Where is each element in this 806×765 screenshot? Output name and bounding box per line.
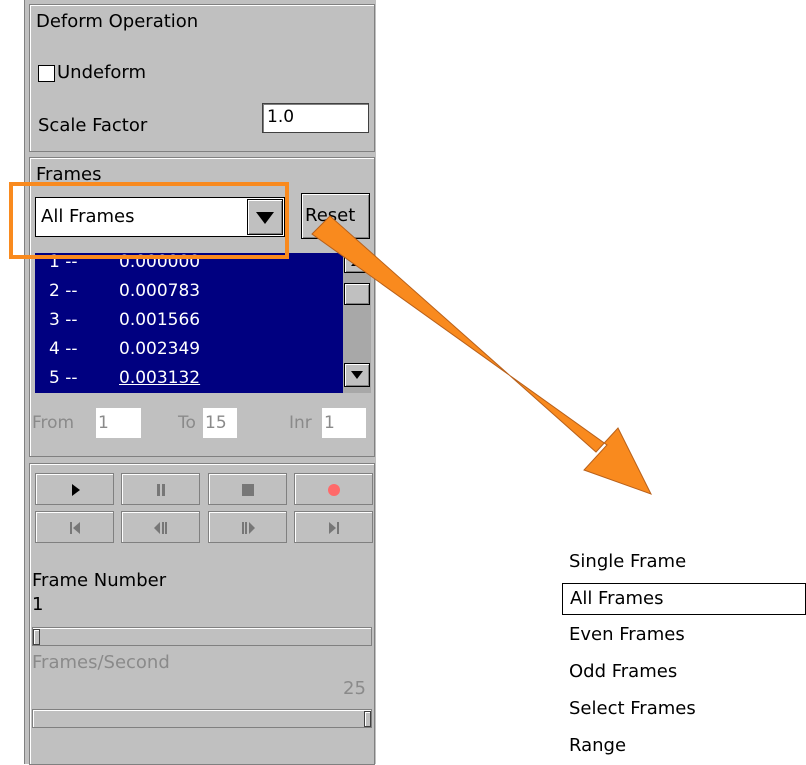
- frame-slider-thumb[interactable]: [33, 629, 40, 645]
- to-label: To: [178, 413, 196, 433]
- scroll-thumb[interactable]: [344, 283, 370, 305]
- undeform-checkbox[interactable]: [38, 65, 55, 82]
- from-label: From: [32, 413, 75, 433]
- first-frame-icon: [70, 522, 80, 534]
- frame-time: 0.000783: [119, 281, 201, 301]
- frames-mode-options: Single Frame All Frames Even Frames Odd …: [562, 545, 806, 764]
- frame-number-value: 1: [32, 594, 44, 615]
- frame-time: 0.003132: [119, 368, 201, 388]
- dropdown-arrow-button[interactable]: [247, 199, 283, 235]
- fps-slider-thumb[interactable]: [364, 711, 371, 727]
- step-back-button[interactable]: [121, 511, 200, 543]
- list-item[interactable]: 3 -- 0.001566: [35, 307, 355, 336]
- deform-section: Deform Operation Undeform Scale Factor 1…: [29, 4, 375, 152]
- list-item[interactable]: 4 -- 0.002349: [35, 336, 355, 365]
- last-frame-button[interactable]: [294, 511, 373, 543]
- frames-list[interactable]: 1 -- 0.000000 2 -- 0.000783 3 -- 0.00156…: [35, 253, 371, 393]
- scroll-down-icon: [351, 371, 363, 379]
- frame-index: 1 --: [49, 253, 78, 272]
- play-button[interactable]: [35, 473, 114, 505]
- option-odd-frames[interactable]: Odd Frames: [562, 655, 806, 691]
- option-all-frames[interactable]: All Frames: [562, 583, 806, 615]
- chevron-down-icon: [256, 212, 274, 224]
- option-range[interactable]: Range: [562, 729, 806, 765]
- option-single-frame[interactable]: Single Frame: [562, 545, 806, 581]
- frame-time: 0.001566: [119, 310, 201, 330]
- option-even-frames[interactable]: Even Frames: [562, 618, 806, 654]
- frames-section: Frames All Frames Reset 1 -- 0.000000 2 …: [29, 157, 375, 457]
- step-forward-button[interactable]: [208, 511, 287, 543]
- frame-index: 2 --: [49, 281, 78, 301]
- frame-number-label: Frame Number: [32, 570, 167, 591]
- frame-time: 0.000000: [119, 253, 201, 272]
- reset-label: Reset: [305, 205, 356, 226]
- control-panel: Deform Operation Undeform Scale Factor 1…: [24, 0, 376, 765]
- from-input[interactable]: 1: [96, 408, 141, 438]
- frame-slider[interactable]: [32, 627, 372, 646]
- scroll-up-button[interactable]: [344, 253, 370, 273]
- undeform-label: Undeform: [57, 62, 147, 83]
- record-icon: [328, 484, 340, 496]
- pause-button[interactable]: [121, 473, 200, 505]
- frame-time: 0.002349: [119, 339, 201, 359]
- scroll-down-button[interactable]: [344, 363, 370, 387]
- frames-mode-select[interactable]: All Frames: [35, 197, 285, 237]
- stop-icon: [242, 484, 254, 496]
- fps-label: Frames/Second: [32, 652, 170, 673]
- playback-section: Frame Number 1 Frames/Second 25: [29, 463, 375, 765]
- frames-section-title: Frames: [36, 164, 102, 185]
- first-frame-button[interactable]: [35, 511, 114, 543]
- frames-list-scrollbar[interactable]: [343, 253, 371, 393]
- frames-mode-value: All Frames: [41, 206, 135, 227]
- option-select-frames[interactable]: Select Frames: [562, 692, 806, 728]
- list-item[interactable]: 5 -- 0.003132: [35, 365, 355, 393]
- step-forward-icon: [242, 522, 255, 534]
- frame-index: 4 --: [49, 339, 78, 359]
- scroll-up-icon: [351, 259, 363, 266]
- reset-button[interactable]: Reset: [301, 193, 370, 239]
- record-button[interactable]: [294, 473, 373, 505]
- pause-icon: [157, 484, 165, 496]
- frame-index: 3 --: [49, 310, 78, 330]
- play-icon: [72, 484, 80, 496]
- inr-input[interactable]: 1: [322, 408, 366, 438]
- step-back-icon: [154, 522, 167, 534]
- fps-value: 25: [343, 678, 366, 699]
- fps-slider[interactable]: [32, 709, 372, 728]
- deform-section-title: Deform Operation: [36, 11, 199, 32]
- list-item[interactable]: 2 -- 0.000783: [35, 278, 355, 307]
- scale-factor-input[interactable]: 1.0: [262, 103, 369, 133]
- stop-button[interactable]: [208, 473, 287, 505]
- frame-index: 5 --: [49, 368, 78, 388]
- last-frame-icon: [329, 522, 339, 534]
- scale-factor-label: Scale Factor: [38, 115, 148, 136]
- to-input[interactable]: 15: [203, 408, 237, 438]
- inr-label: Inr: [289, 413, 312, 433]
- list-item[interactable]: 1 -- 0.000000: [35, 253, 355, 278]
